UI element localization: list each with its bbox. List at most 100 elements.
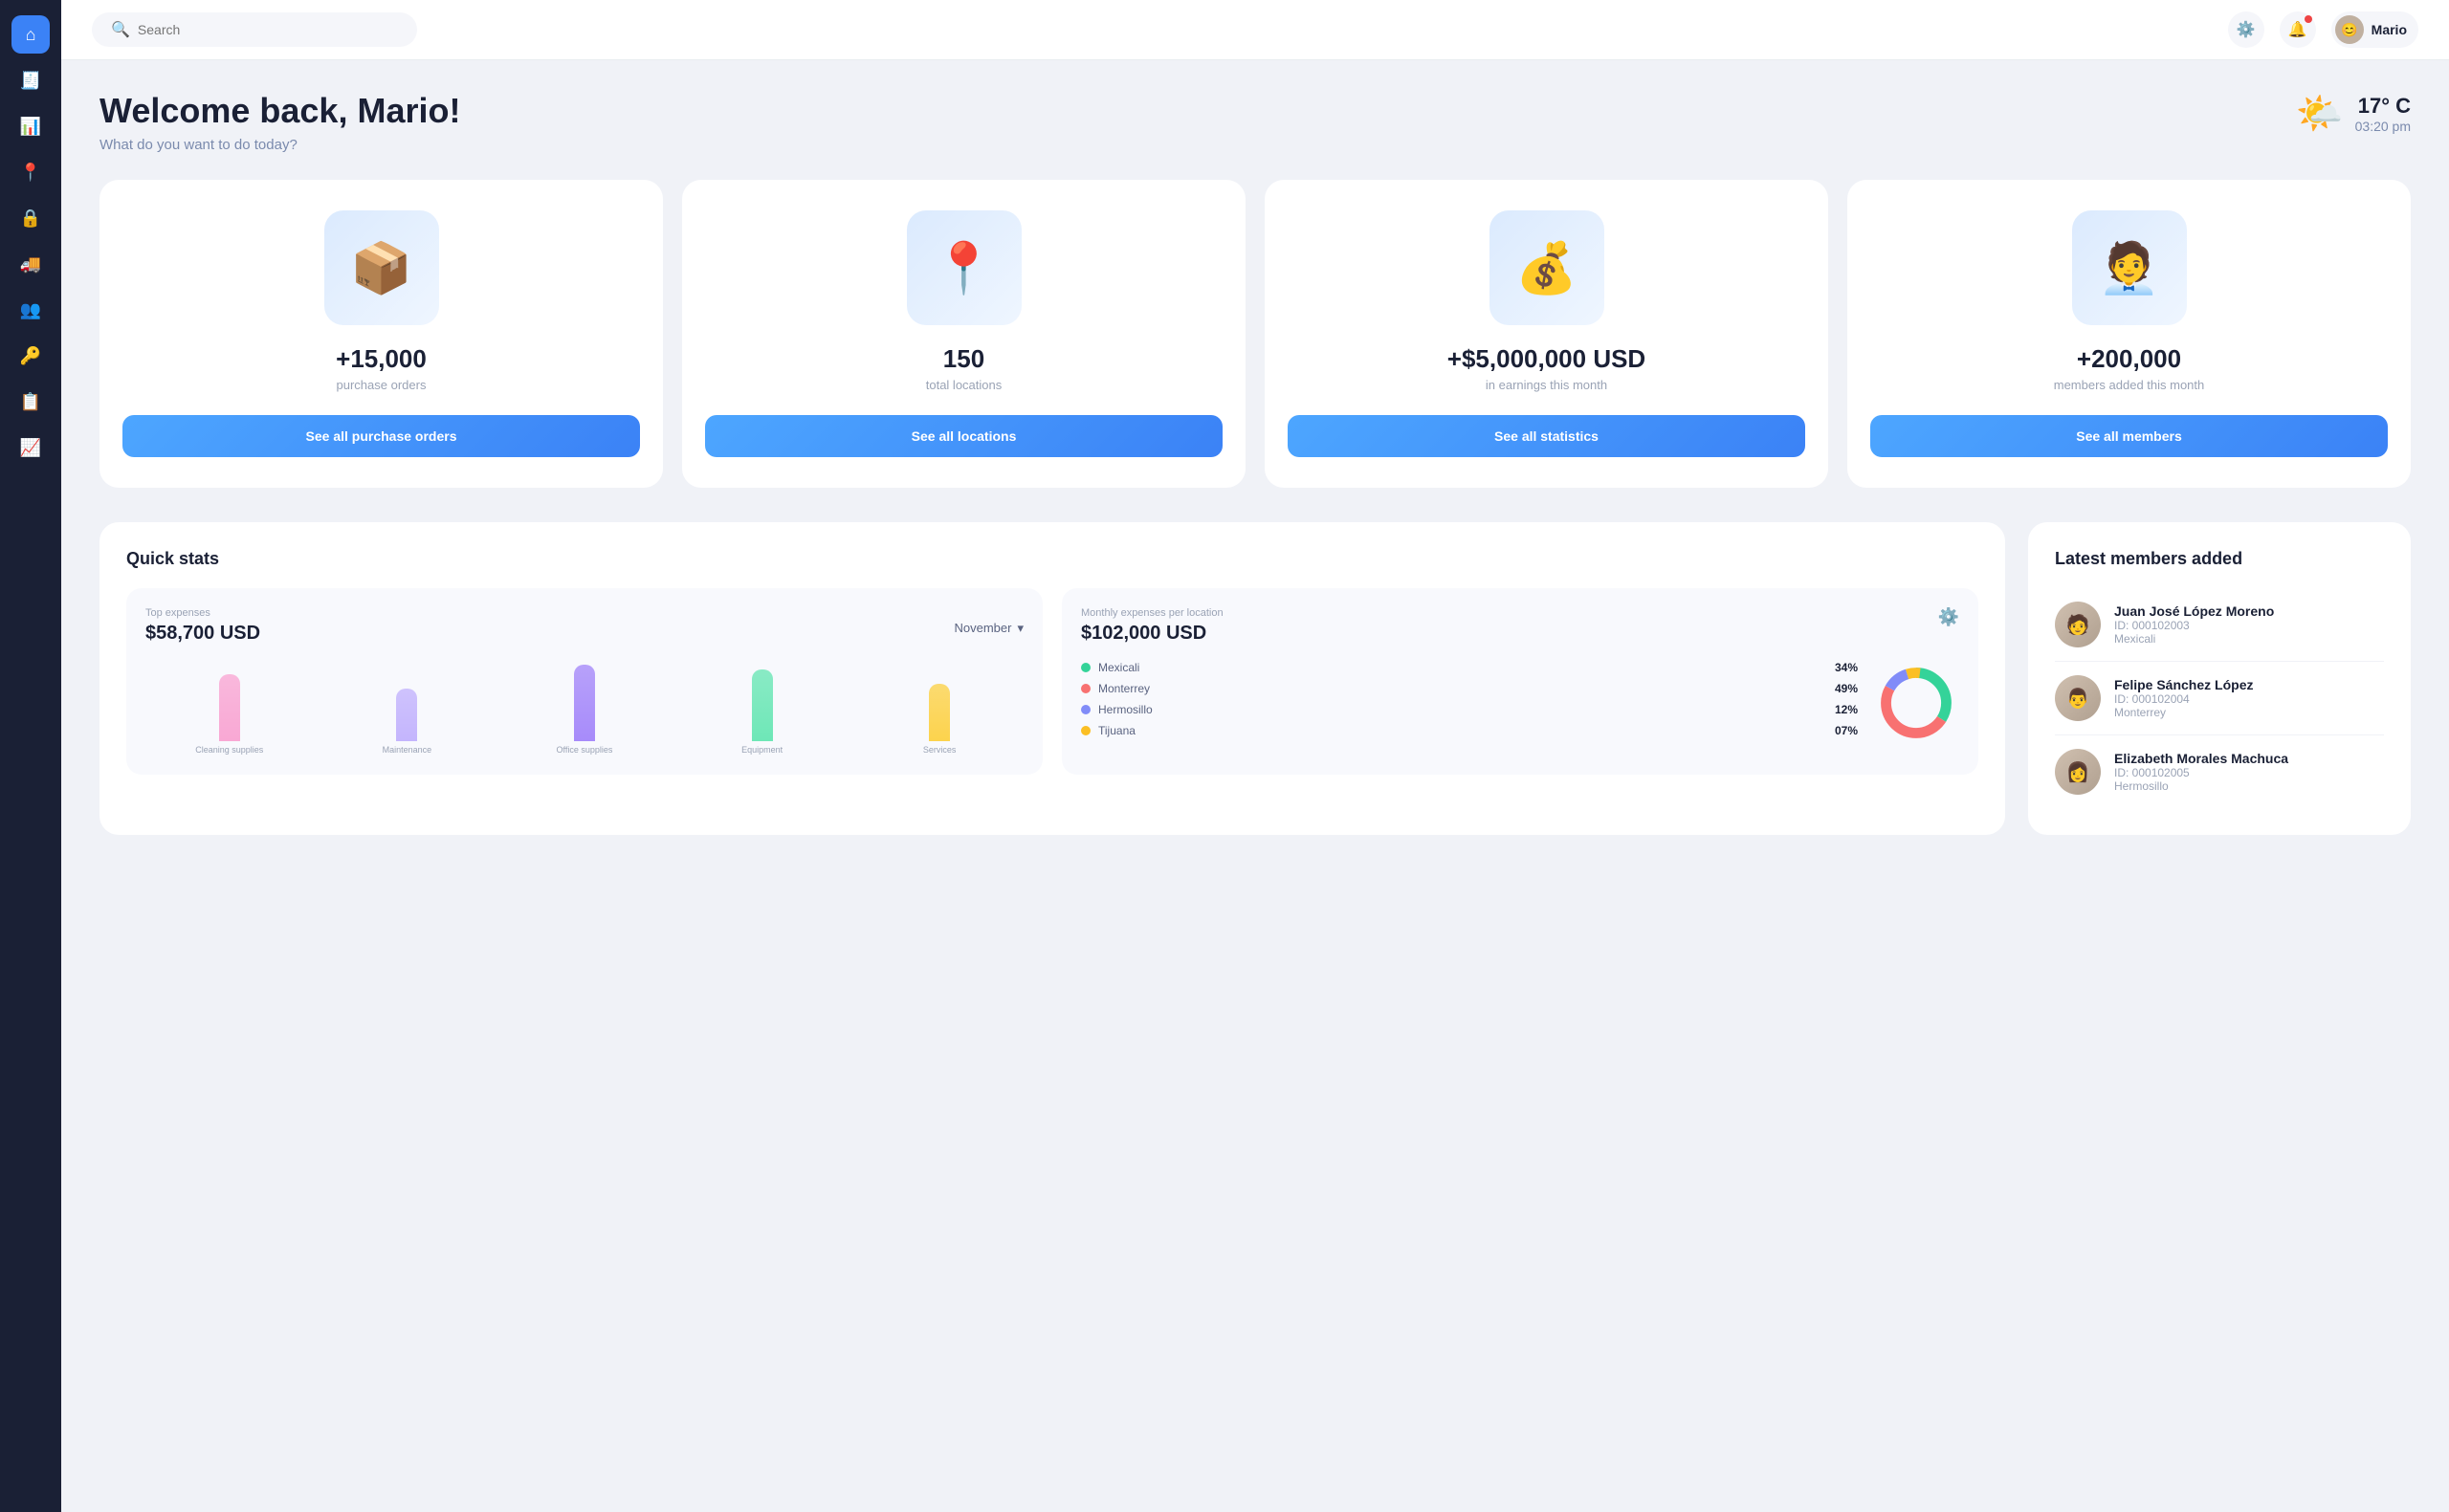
legend-item: Mexicali 34% bbox=[1081, 661, 1858, 674]
bell-icon: 🔔 bbox=[2288, 20, 2307, 39]
bar-group: Services bbox=[855, 684, 1024, 756]
see-all-locations-button[interactable]: See all locations bbox=[705, 415, 1223, 457]
sidebar: ⌂ 🧾 📊 📍 🔒 🚚 👥 🔑 📋 📈 bbox=[0, 0, 61, 1512]
card-members: 🧑‍💼 +200,000 members added this month Se… bbox=[1847, 180, 2411, 488]
sidebar-item-table[interactable]: 📋 bbox=[11, 383, 50, 421]
avatar: 🧑 bbox=[2055, 602, 2101, 647]
search-input[interactable] bbox=[138, 22, 398, 37]
top-expenses-value: $58,700 USD bbox=[145, 623, 260, 645]
card-statistics: 💰 +$5,000,000 USD in earnings this month… bbox=[1265, 180, 1828, 488]
user-name: Mario bbox=[2372, 22, 2407, 37]
latest-members-title: Latest members added bbox=[2055, 549, 2384, 569]
bar-label: Office supplies bbox=[557, 745, 613, 756]
member-id: ID: 000102003 bbox=[2114, 619, 2274, 632]
card-value-locations: 150 bbox=[943, 344, 984, 374]
donut-chart bbox=[1873, 660, 1959, 746]
key-icon: 🔑 bbox=[20, 346, 41, 366]
bar bbox=[219, 674, 240, 741]
legend-item: Hermosillo 12% bbox=[1081, 703, 1858, 716]
table-icon: 📋 bbox=[20, 392, 41, 412]
gear-settings-button[interactable]: ⚙️ bbox=[1938, 607, 1959, 627]
notifications-button[interactable]: 🔔 bbox=[2280, 11, 2316, 48]
legend-dot bbox=[1081, 726, 1091, 735]
see-all-members-button[interactable]: See all members bbox=[1870, 415, 2388, 457]
sidebar-item-people[interactable]: 👥 bbox=[11, 291, 50, 329]
member-name: Felipe Sánchez López bbox=[2114, 677, 2253, 692]
bar-label: Maintenance bbox=[383, 745, 432, 756]
see-all-purchase-orders-button[interactable]: See all purchase orders bbox=[122, 415, 640, 457]
members-list: 🧑 Juan José López Moreno ID: 000102003 M… bbox=[2055, 588, 2384, 808]
content: Welcome back, Mario! What do you want to… bbox=[61, 60, 2449, 1512]
bar-group: Office supplies bbox=[500, 665, 669, 756]
card-value-purchase-orders: +15,000 bbox=[336, 344, 427, 374]
list-item: 🧑 Juan José López Moreno ID: 000102003 M… bbox=[2055, 588, 2384, 662]
sidebar-item-lock[interactable]: 🔒 bbox=[11, 199, 50, 237]
card-purchase-orders: 📦 +15,000 purchase orders See all purcha… bbox=[99, 180, 663, 488]
legend-name: Tijuana bbox=[1098, 724, 1827, 737]
members-panel: Latest members added 🧑 Juan José López M… bbox=[2028, 522, 2411, 835]
stat-cards: 📦 +15,000 purchase orders See all purcha… bbox=[99, 180, 2411, 488]
settings-button[interactable]: ⚙️ bbox=[2228, 11, 2264, 48]
dashboard-icon: 📊 bbox=[20, 117, 41, 137]
card-icon-statistics: 💰 bbox=[1489, 210, 1604, 325]
bar-chart: Cleaning supplies Maintenance Office suppl… bbox=[145, 660, 1024, 756]
search-icon: 🔍 bbox=[111, 20, 130, 39]
member-info: Juan José López Moreno ID: 000102003 Mex… bbox=[2114, 603, 2274, 646]
member-id: ID: 000102005 bbox=[2114, 766, 2288, 779]
legend-name: Monterrey bbox=[1098, 682, 1827, 695]
list-item: 👩 Elizabeth Morales Machuca ID: 00010200… bbox=[2055, 735, 2384, 808]
bar bbox=[396, 689, 417, 741]
topbar: 🔍 ⚙️ 🔔 😊 Mario bbox=[61, 0, 2449, 60]
lock-icon: 🔒 bbox=[20, 208, 41, 229]
legend-dot bbox=[1081, 684, 1091, 693]
user-chip[interactable]: 😊 Mario bbox=[2331, 11, 2418, 48]
legend-dot bbox=[1081, 663, 1091, 672]
sidebar-item-chart[interactable]: 📈 bbox=[11, 428, 50, 467]
sidebar-item-dashboard[interactable]: 📊 bbox=[11, 107, 50, 145]
bar-group: Maintenance bbox=[323, 689, 492, 756]
member-location: Mexicali bbox=[2114, 632, 2274, 646]
member-location: Hermosillo bbox=[2114, 779, 2288, 793]
bar-label: Cleaning supplies bbox=[195, 745, 263, 756]
welcome-title: Welcome back, Mario! bbox=[99, 91, 460, 131]
search-box[interactable]: 🔍 bbox=[92, 12, 417, 47]
legend-pct: 07% bbox=[1835, 724, 1858, 737]
monthly-expenses-panel: Monthly expenses per location $102,000 U… bbox=[1062, 588, 1978, 775]
card-label-statistics: in earnings this month bbox=[1486, 378, 1607, 392]
member-name: Elizabeth Morales Machuca bbox=[2114, 751, 2288, 766]
month-selector[interactable]: November ▾ bbox=[955, 621, 1025, 636]
weather-info: 17° C 03:20 pm bbox=[2355, 94, 2411, 134]
see-all-statistics-button[interactable]: See all statistics bbox=[1288, 415, 1805, 457]
sidebar-item-truck[interactable]: 🚚 bbox=[11, 245, 50, 283]
bar-label: Equipment bbox=[741, 745, 783, 756]
weather-time: 03:20 pm bbox=[2355, 119, 2411, 134]
truck-icon: 🚚 bbox=[20, 254, 41, 274]
home-icon: ⌂ bbox=[26, 25, 36, 45]
card-label-locations: total locations bbox=[926, 378, 1003, 392]
main-area: 🔍 ⚙️ 🔔 😊 Mario Welcome back, Mario! What… bbox=[61, 0, 2449, 1512]
monthly-expenses-label: Monthly expenses per location $102,000 U… bbox=[1081, 607, 1224, 660]
welcome-subtitle: What do you want to do today? bbox=[99, 137, 460, 153]
sidebar-item-home[interactable]: ⌂ bbox=[11, 15, 50, 54]
welcome-text: Welcome back, Mario! What do you want to… bbox=[99, 91, 460, 153]
card-locations: 📍 150 total locations See all locations bbox=[682, 180, 1246, 488]
quick-stats-title: Quick stats bbox=[126, 549, 1978, 569]
sidebar-item-location[interactable]: 📍 bbox=[11, 153, 50, 191]
sidebar-item-key[interactable]: 🔑 bbox=[11, 337, 50, 375]
member-name: Juan José López Moreno bbox=[2114, 603, 2274, 619]
legend-dot bbox=[1081, 705, 1091, 714]
sidebar-item-orders[interactable]: 🧾 bbox=[11, 61, 50, 99]
bar bbox=[929, 684, 950, 741]
topbar-right: ⚙️ 🔔 😊 Mario bbox=[2228, 11, 2418, 48]
legend-pct: 49% bbox=[1835, 682, 1858, 695]
people-icon: 👥 bbox=[20, 300, 41, 320]
card-icon-purchase-orders: 📦 bbox=[324, 210, 439, 325]
weather-icon: 🌤️ bbox=[2296, 91, 2344, 136]
legend-item: Tijuana 07% bbox=[1081, 724, 1858, 737]
card-label-members: members added this month bbox=[2054, 378, 2205, 392]
bar-label: Services bbox=[923, 745, 957, 756]
member-info: Elizabeth Morales Machuca ID: 000102005 … bbox=[2114, 751, 2288, 793]
legend-pct: 12% bbox=[1835, 703, 1858, 716]
legend-item: Monterrey 49% bbox=[1081, 682, 1858, 695]
bar bbox=[752, 669, 773, 741]
